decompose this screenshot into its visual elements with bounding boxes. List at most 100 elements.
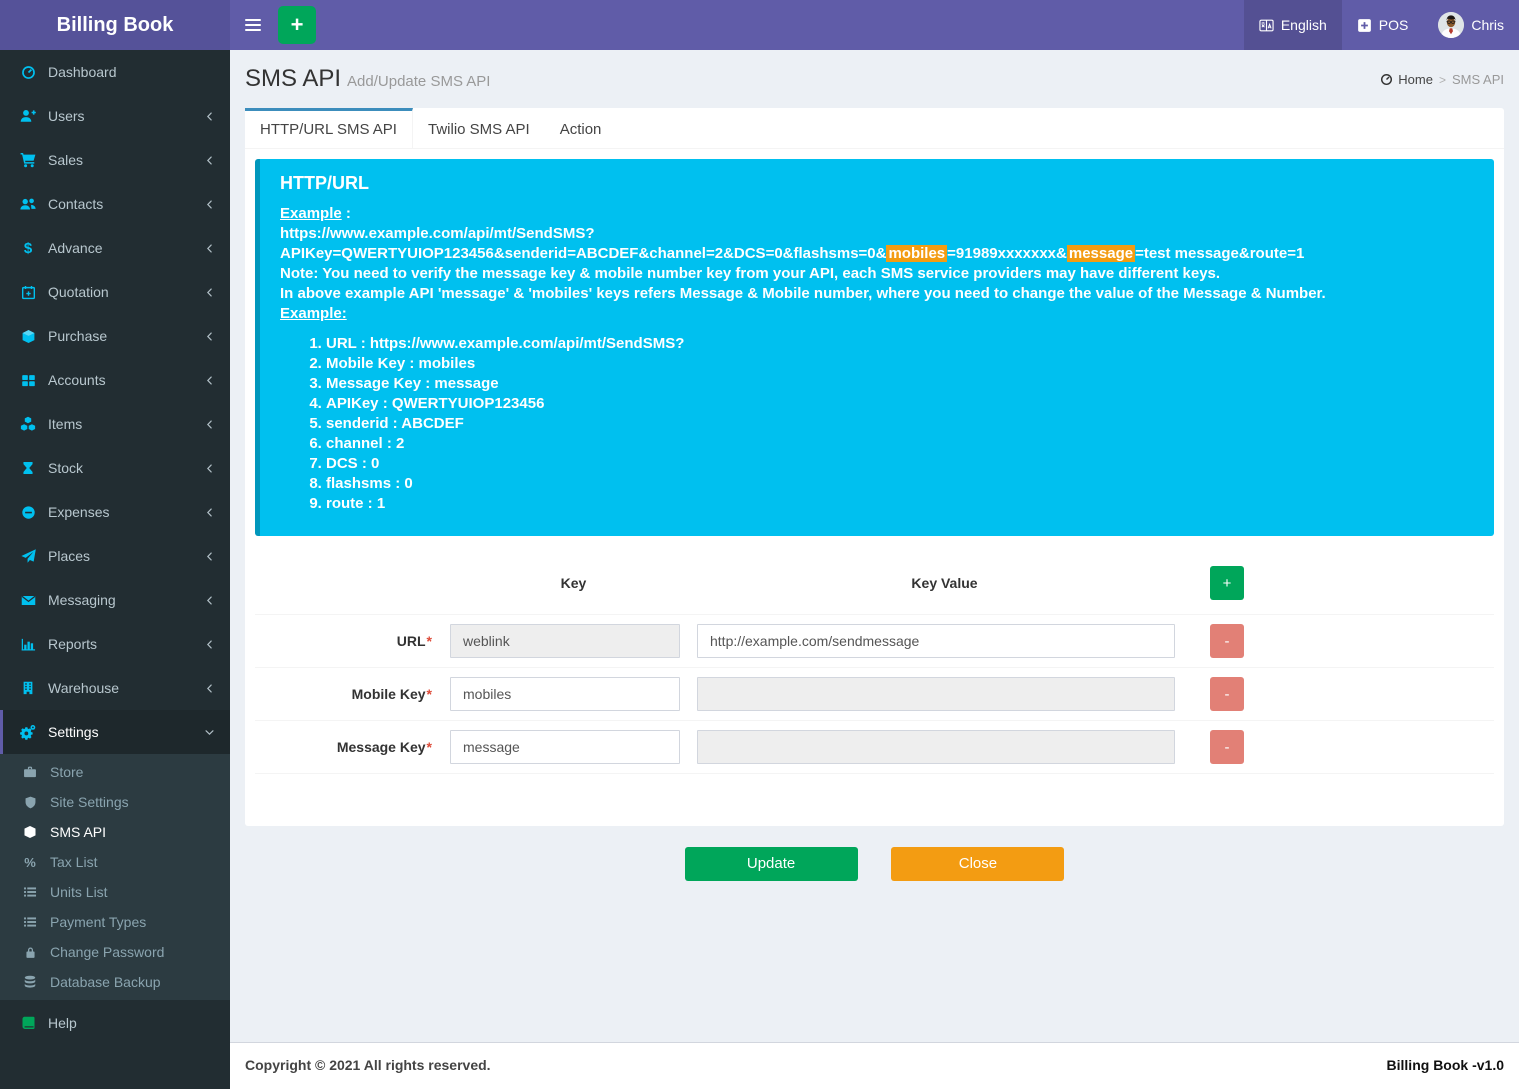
chevron-down-icon [204,727,215,738]
sidebar-subitem-payment-types[interactable]: Payment Types [0,907,230,937]
app-logo[interactable]: Billing Book [0,0,230,50]
chevron-left-icon [204,375,215,386]
list-icon [20,885,40,899]
pos-button[interactable]: POS [1342,0,1424,50]
plus-square-icon [1357,18,1372,33]
sidebar-item-reports[interactable]: Reports [0,622,230,666]
list-item: senderid : ABCDEF [326,414,1474,434]
building-icon [18,681,38,695]
table-row-mobile-key: Mobile Key* - [255,668,1494,721]
sidebar-item-users[interactable]: Users [0,94,230,138]
callout-note: Note: You need to verify the message key… [280,264,1474,284]
required-mark: * [427,739,432,755]
settings-submenu: Store Site Settings SMS API % Tax List U… [0,754,230,1000]
chevron-left-icon [204,243,215,254]
sidebar-item-accounts[interactable]: Accounts [0,358,230,402]
main-content: HTTP/URL SMS API Twilio SMS API Action H… [230,108,1519,896]
sidebar-item-settings[interactable]: Settings [0,710,230,754]
remove-row-button[interactable]: - [1210,730,1244,764]
quick-add-button[interactable]: + [278,6,316,44]
sidebar-item-help[interactable]: Help [0,1000,230,1046]
list-icon [20,915,40,929]
sidebar-subitem-store[interactable]: Store [0,757,230,787]
example-parameter-list: URL : https://www.example.com/api/mt/Sen… [280,334,1474,514]
dollar-icon: $ [18,240,38,257]
sidebar-item-dashboard[interactable]: Dashboard [0,50,230,94]
sidebar-subitem-tax-list[interactable]: % Tax List [0,847,230,877]
url-label: URL* [255,615,450,668]
breadcrumb-current: SMS API [1452,72,1504,87]
sidebar-item-stock[interactable]: Stock [0,446,230,490]
close-button[interactable]: Close [891,847,1064,881]
user-name: Chris [1471,17,1504,33]
list-item: Mobile Key : mobiles [326,354,1474,374]
add-row-button[interactable]: + [1210,566,1244,600]
cart-icon [18,152,38,168]
list-item: channel : 2 [326,434,1474,454]
mobile-value-input[interactable] [697,677,1175,711]
mobile-key-label: Mobile Key* [255,668,450,721]
sidebar-item-warehouse[interactable]: Warehouse [0,666,230,710]
sidebar-subitem-sms-api[interactable]: SMS API [0,817,230,847]
remove-row-button[interactable]: - [1210,677,1244,711]
copyright-text: Copyright © 2021 All rights reserved. [245,1057,491,1075]
footer: Copyright © 2021 All rights reserved. Bi… [230,1042,1519,1089]
chevron-left-icon [204,419,215,430]
sidebar-item-expenses[interactable]: Expenses [0,490,230,534]
message-value-input[interactable] [697,730,1175,764]
avatar [1438,12,1464,38]
gauge-icon [1380,73,1393,86]
cubes-icon [18,416,38,432]
example2-label: Example: [280,304,1474,324]
top-navbar: Billing Book + English POS Chris [0,0,1519,50]
sidebar-item-advance[interactable]: $ Advance [0,226,230,270]
sidebar-toggle-button[interactable] [230,0,276,50]
user-menu[interactable]: Chris [1423,0,1519,50]
url-value-input[interactable] [697,624,1175,658]
chevron-left-icon [204,331,215,342]
sidebar-item-quotation[interactable]: Quotation [0,270,230,314]
cogs-icon [18,724,38,740]
chevron-left-icon [204,595,215,606]
sidebar-item-sales[interactable]: Sales [0,138,230,182]
tab-bar: HTTP/URL SMS API Twilio SMS API Action [245,108,1504,149]
sidebar: Dashboard Users Sales Contacts $ Advance… [0,50,230,1089]
sidebar-item-purchase[interactable]: Purchase [0,314,230,358]
sidebar-item-items[interactable]: Items [0,402,230,446]
sidebar-subitem-site-settings[interactable]: Site Settings [0,787,230,817]
language-menu[interactable]: English [1244,0,1342,50]
http-url-info-callout: HTTP/URL Example : https://www.example.c… [255,159,1494,536]
chevron-left-icon [204,199,215,210]
message-key-input[interactable] [450,730,680,764]
page-title: SMS APIAdd/Update SMS API [245,65,490,92]
tab-twilio-sms-api[interactable]: Twilio SMS API [413,108,545,148]
tab-action[interactable]: Action [545,108,617,148]
remove-row-button[interactable]: - [1210,624,1244,658]
callout-title: HTTP/URL [280,173,1474,194]
app-title: Billing Book [57,14,174,37]
sidebar-subitem-database-backup[interactable]: Database Backup [0,967,230,997]
minus-circle-icon [18,505,38,520]
url-key-input[interactable] [450,624,680,658]
mobile-key-input[interactable] [450,677,680,711]
chevron-left-icon [204,111,215,122]
version-text: Billing Book -v1.0 [1387,1057,1504,1075]
update-button[interactable]: Update [685,847,858,881]
sidebar-subitem-units-list[interactable]: Units List [0,877,230,907]
sidebar-item-places[interactable]: Places [0,534,230,578]
th-large-icon [18,373,38,388]
content-wrapper: SMS APIAdd/Update SMS API Home > SMS API… [230,50,1519,1042]
breadcrumb-home-link[interactable]: Home [1380,72,1433,87]
required-mark: * [427,633,432,649]
database-icon [20,975,40,989]
sidebar-subitem-change-password[interactable]: Change Password [0,937,230,967]
sidebar-item-contacts[interactable]: Contacts [0,182,230,226]
sidebar-item-messaging[interactable]: Messaging [0,578,230,622]
briefcase-icon [20,765,40,779]
table-row-message-key: Message Key* - [255,721,1494,774]
percent-icon: % [20,855,40,870]
page-subtitle: Add/Update SMS API [347,73,490,90]
tab-http-url-sms-api[interactable]: HTTP/URL SMS API [245,108,413,148]
navbar-right: English POS Chris [1244,0,1519,50]
column-header-key-value: Key Value [697,562,1192,615]
